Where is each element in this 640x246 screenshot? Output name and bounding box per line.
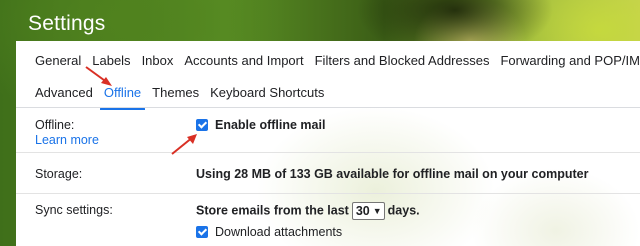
- tab-forwarding-and-pop-imap[interactable]: Forwarding and POP/IMAP: [500, 53, 640, 69]
- tab-advanced[interactable]: Advanced: [35, 85, 93, 101]
- tab-offline[interactable]: Offline: [99, 85, 146, 110]
- learn-more-link[interactable]: Learn more: [35, 133, 99, 147]
- offline-row: Offline: Enable offline mail: [16, 108, 640, 153]
- tab-keyboard-shortcuts[interactable]: Keyboard Shortcuts: [210, 85, 324, 101]
- sync-days-select[interactable]: 30 ▼: [351, 202, 385, 220]
- chevron-down-icon: ▼: [372, 206, 382, 216]
- download-attachments-checkbox[interactable]: [196, 226, 208, 238]
- sync-suffix-text: days.: [387, 203, 420, 218]
- download-attachments-option[interactable]: Download attachments: [196, 225, 342, 239]
- enable-offline-checkbox[interactable]: [196, 119, 208, 131]
- storage-row: Storage: Using 28 MB of 133 GB available…: [16, 153, 640, 194]
- sync-days-value: 30: [355, 204, 370, 218]
- sync-days-setting: Store emails from the last 30 ▼ days.: [196, 202, 420, 220]
- tab-labels[interactable]: Labels: [92, 53, 130, 69]
- tab-filters-and-blocked-addresses[interactable]: Filters and Blocked Addresses: [315, 53, 490, 69]
- sync-settings-row: Sync settings: Store emails from the las…: [16, 194, 640, 246]
- sync-prefix-text: Store emails from the last: [196, 203, 349, 218]
- storage-usage-text: Using 28 MB of 133 GB available for offl…: [196, 167, 589, 181]
- tab-themes[interactable]: Themes: [152, 85, 199, 101]
- storage-label: Storage:: [35, 167, 83, 181]
- tabs-row-2: Advanced Offline Themes Keyboard Shortcu…: [35, 85, 335, 110]
- sync-settings-label: Sync settings:: [35, 203, 113, 217]
- tab-accounts-and-import[interactable]: Accounts and Import: [184, 53, 303, 69]
- offline-label: Offline:: [35, 118, 75, 132]
- download-attachments-label: Download attachments: [215, 225, 343, 239]
- tab-general[interactable]: General: [35, 53, 81, 69]
- settings-panel: General Labels Inbox Accounts and Import…: [16, 41, 640, 246]
- enable-offline-option[interactable]: Enable offline mail: [196, 118, 325, 132]
- tabs-row-1: General Labels Inbox Accounts and Import…: [35, 53, 640, 69]
- page-title: Settings: [28, 12, 106, 35]
- tab-inbox[interactable]: Inbox: [142, 53, 174, 69]
- enable-offline-label: Enable offline mail: [215, 118, 326, 132]
